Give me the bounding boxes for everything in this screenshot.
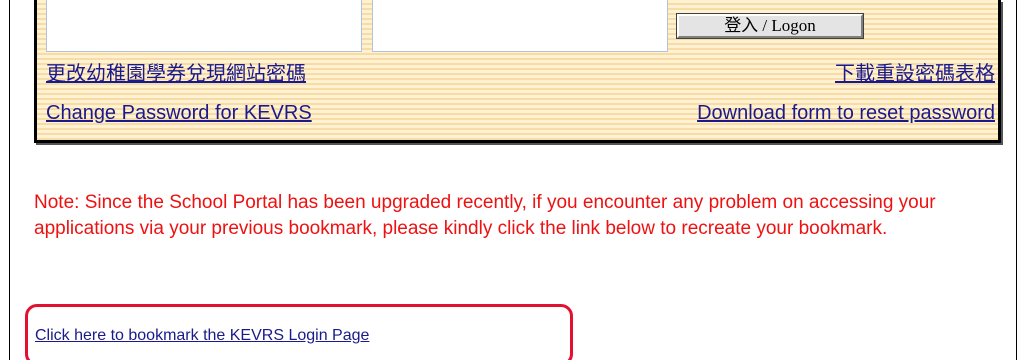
download-reset-form-link-en[interactable]: Download form to reset password <box>697 98 995 128</box>
bookmark-kevrs-login-link[interactable]: Click here to bookmark the KEVRS Login P… <box>35 326 369 346</box>
frame-border-left <box>9 0 10 360</box>
logon-button[interactable]: 登入 / Logon <box>676 13 864 39</box>
change-password-link-en[interactable]: Change Password for KEVRS <box>46 98 312 128</box>
password-field[interactable] <box>372 0 668 52</box>
page: 登入 / Logon 更改幼稚園學券兌現網站密碼 下載重設密碼表格 Change… <box>0 0 1021 360</box>
username-field[interactable] <box>46 0 362 52</box>
login-panel: 登入 / Logon 更改幼稚園學券兌現網站密碼 下載重設密碼表格 Change… <box>34 0 1001 143</box>
change-password-link-zh[interactable]: 更改幼稚園學券兌現網站密碼 <box>46 58 306 88</box>
frame-border-right <box>1016 0 1017 360</box>
download-reset-form-link-zh[interactable]: 下載重設密碼表格 <box>835 58 995 88</box>
portal-upgrade-note: Note: Since the School Portal has been u… <box>34 192 936 239</box>
